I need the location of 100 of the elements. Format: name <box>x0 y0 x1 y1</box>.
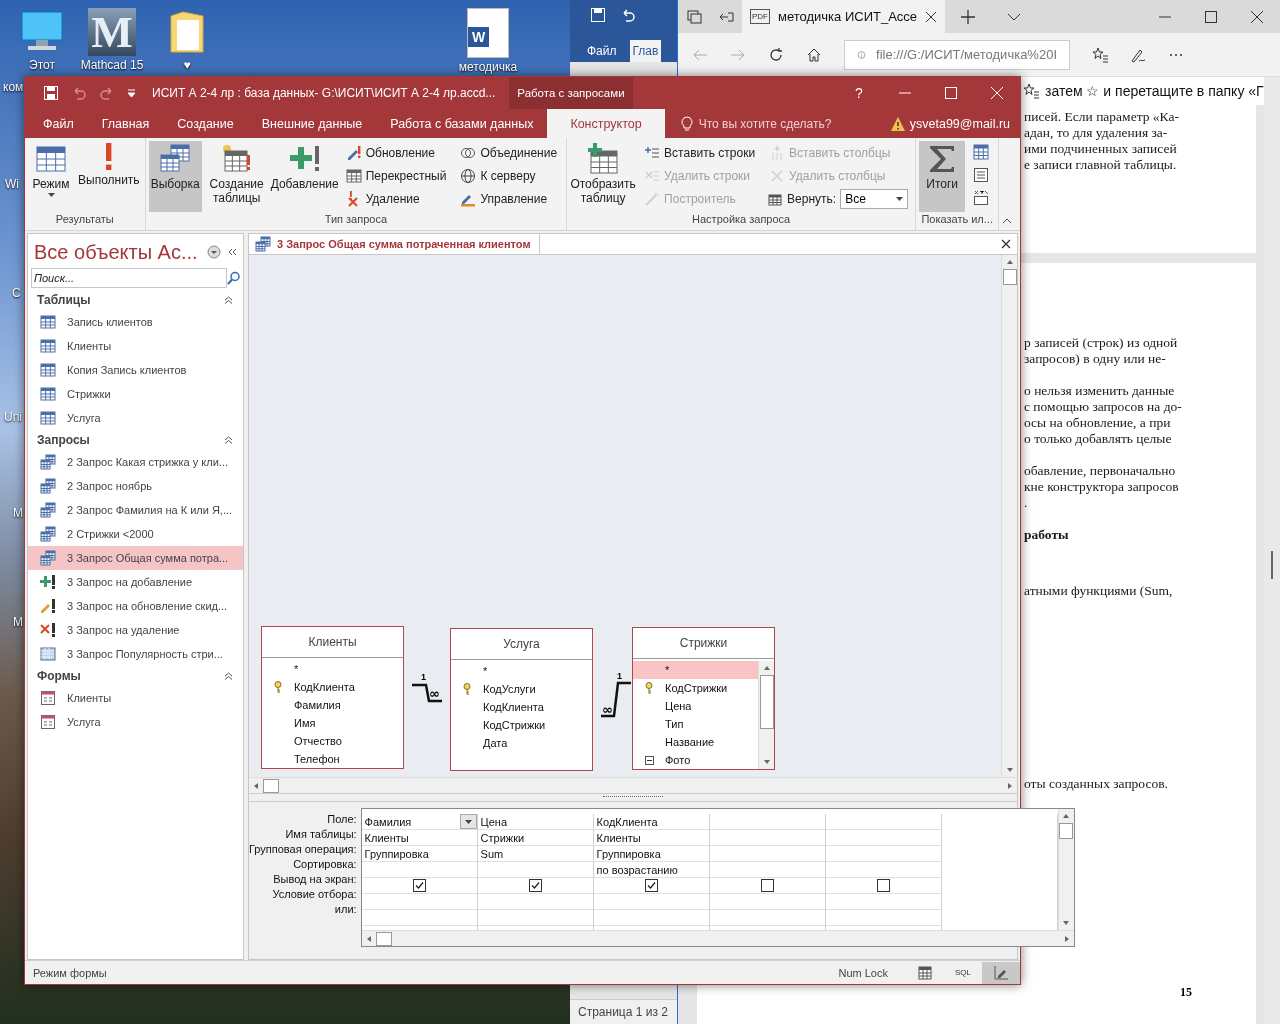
ribbon-tab[interactable]: Глав <box>629 40 662 62</box>
scroll-thumb[interactable] <box>1002 269 1017 285</box>
dropdown-button[interactable] <box>459 814 477 829</box>
refresh-icon[interactable] <box>768 46 784 63</box>
navigation-item[interactable]: 3 Запрос на обновление скид... <box>28 594 243 618</box>
help-button[interactable]: ? <box>836 77 882 109</box>
navigation-item[interactable]: 2 Запрос ноябрь <box>28 474 243 498</box>
scroll-right-icon[interactable] <box>1006 781 1014 790</box>
scrollbar[interactable] <box>1001 255 1017 777</box>
field-item[interactable]: Фото <box>633 751 758 769</box>
ribbon-button[interactable]: Перекрестный <box>343 166 449 186</box>
ribbon-button[interactable]: К серверу <box>458 166 560 186</box>
field-item[interactable]: КодУслуги <box>451 680 592 698</box>
ribbon-tab[interactable]: Файл <box>29 109 88 138</box>
show-checkbox[interactable] <box>528 879 542 892</box>
scrollbar[interactable] <box>249 777 1017 793</box>
grid-cell[interactable]: Клиенты <box>593 830 709 846</box>
grid-cell[interactable]: Клиенты <box>361 830 477 846</box>
show-checkbox[interactable] <box>644 879 658 892</box>
navigation-item[interactable]: 3 Запрос Общая сумма потра... <box>28 546 243 570</box>
scroll-thumb[interactable] <box>1059 823 1074 839</box>
maximize-icon[interactable] <box>943 85 959 101</box>
folder-icon[interactable] <box>167 8 207 56</box>
grid-cell[interactable]: КодКлиента <box>593 814 709 830</box>
ribbon-tab[interactable]: Внешние данные <box>247 109 377 138</box>
scrollbar[interactable] <box>758 661 774 769</box>
navigation-title[interactable]: Все объекты Ac... <box>34 240 201 264</box>
collapse-ribbon-icon[interactable] <box>1002 218 1012 224</box>
show-checkbox[interactable] <box>412 879 426 892</box>
navigation-item[interactable]: Клиенты <box>28 334 243 358</box>
ribbon-button[interactable]: Выполнить <box>76 141 142 212</box>
collapse-section-icon[interactable] <box>224 672 233 680</box>
field-item[interactable]: Имя <box>262 714 403 732</box>
ribbon-tab[interactable]: Работа с базами данных <box>376 109 548 138</box>
save-icon[interactable] <box>43 85 59 101</box>
ribbon-tab[interactable]: Создание <box>163 109 248 138</box>
grid-cell[interactable]: по возрастанию <box>593 862 709 878</box>
account-button[interactable]: ysveta99@mail.ru <box>883 109 1020 138</box>
field-item[interactable]: * <box>262 660 403 678</box>
ribbon-tab[interactable]: Главная <box>87 109 164 138</box>
new-tab-icon[interactable] <box>960 8 977 25</box>
ribbon-button[interactable]: Отобразить таблицу <box>570 141 637 212</box>
field-item[interactable]: Отчество <box>262 732 403 750</box>
navigation-item[interactable]: Клиенты <box>28 686 243 710</box>
navigation-item[interactable]: Услуга <box>28 406 243 430</box>
grid-cell[interactable]: Sum <box>477 846 593 862</box>
ribbon-button[interactable]: Удаление <box>343 189 449 209</box>
favorites-icon[interactable] <box>1092 46 1108 63</box>
navigation-item[interactable]: 3 Запрос на удаление <box>28 618 243 642</box>
navigation-item[interactable]: 3 Запрос Популярность стри... <box>28 642 243 666</box>
app-icon[interactable]: M <box>88 8 136 56</box>
collapse-section-icon[interactable] <box>224 436 233 444</box>
section-header[interactable]: Таблицы <box>28 290 243 310</box>
ribbon-tab[interactable]: Конструктор <box>547 109 665 138</box>
field-item[interactable]: Дата <box>451 734 592 752</box>
ribbon-button[interactable]: Создание таблицы <box>203 141 270 212</box>
save-icon[interactable] <box>590 7 606 23</box>
ribbon-button[interactable]: Вставить строки <box>642 143 758 163</box>
home-icon[interactable] <box>806 46 822 63</box>
ribbon-tab[interactable]: Файл <box>584 40 620 62</box>
scroll-thumb[interactable] <box>263 778 279 793</box>
scroll-thumb[interactable] <box>759 675 774 729</box>
scroll-thumb[interactable] <box>375 931 392 946</box>
tell-me-field[interactable]: Что вы хотите сделать? <box>674 109 838 138</box>
search-field[interactable]: Поиск... <box>31 268 227 288</box>
grid-cell[interactable]: Группировка <box>593 846 709 862</box>
scroll-left-icon[interactable] <box>252 781 260 790</box>
navigation-item[interactable]: 3 Запрос на добавление <box>28 570 243 594</box>
tabs-icon[interactable] <box>686 8 702 25</box>
ribbon-button[interactable]: Выборка <box>148 141 202 212</box>
navigation-item[interactable]: Услуга <box>28 710 243 734</box>
field-item[interactable]: * <box>633 661 758 679</box>
field-item[interactable]: Фамилия <box>262 696 403 714</box>
browser-tab[interactable]: PDF методичка ИСИТ_Acce <box>742 0 946 33</box>
scroll-up-icon[interactable] <box>1062 812 1071 820</box>
ribbon-button[interactable]: Итоги <box>919 141 966 212</box>
scroll-down-icon[interactable] <box>1005 766 1014 774</box>
field-item[interactable]: Название <box>633 733 758 751</box>
close-icon[interactable] <box>1249 8 1265 25</box>
scroll-down-icon[interactable] <box>762 758 771 766</box>
field-item[interactable]: * <box>451 662 592 680</box>
grid-cell[interactable]: Цена <box>477 814 593 830</box>
section-header[interactable]: Формы <box>28 666 243 686</box>
design-view-button[interactable] <box>982 961 1020 984</box>
return-dropdown[interactable]: Все <box>840 189 909 209</box>
field-item[interactable]: Тип <box>633 715 758 733</box>
collapse-pane-icon[interactable] <box>227 247 237 257</box>
section-header[interactable]: Запросы <box>28 430 243 450</box>
navigation-item[interactable]: 2 Запрос Какая стрижка у кли... <box>28 450 243 474</box>
close-icon[interactable] <box>989 85 1005 101</box>
grid-cell[interactable]: Стрижки <box>477 830 593 846</box>
field-item[interactable]: КодКлиента <box>262 678 403 696</box>
navigation-item[interactable]: 2 Запрос Фамилия на К или Я,... <box>28 498 243 522</box>
scroll-right-icon[interactable] <box>1062 934 1071 943</box>
navigation-item[interactable]: Запись клиентов <box>28 310 243 334</box>
tool-button[interactable] <box>971 143 992 163</box>
field-item[interactable]: КодСтрижки <box>633 679 758 697</box>
scroll-up-icon[interactable] <box>762 664 771 672</box>
redo-icon[interactable] <box>99 85 115 101</box>
scrollbar[interactable] <box>361 930 1074 946</box>
